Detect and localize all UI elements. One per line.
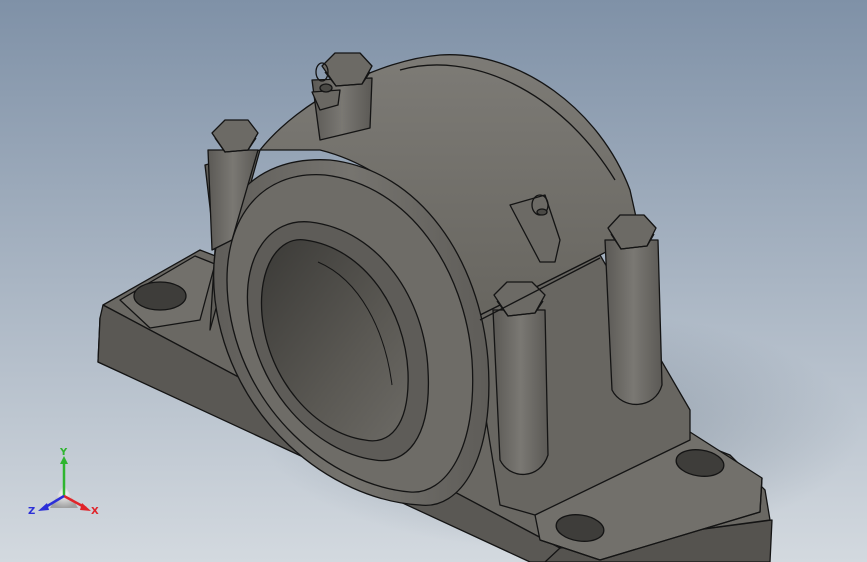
triad-x-arrowhead — [80, 503, 91, 511]
triad-y-label: Y — [59, 447, 68, 458]
base-hole-left — [133, 281, 187, 311]
triad-z-arrowhead — [38, 503, 49, 511]
3d-model-view[interactable] — [0, 0, 867, 562]
graphics-viewport[interactable]: Y X Z — [0, 0, 867, 562]
orientation-triad[interactable]: Y X Z — [22, 446, 108, 526]
triad-x-label: X — [91, 506, 99, 517]
post-right-front — [492, 309, 549, 476]
post-right-rear — [604, 239, 663, 406]
triad-z-label: Z — [28, 506, 35, 517]
